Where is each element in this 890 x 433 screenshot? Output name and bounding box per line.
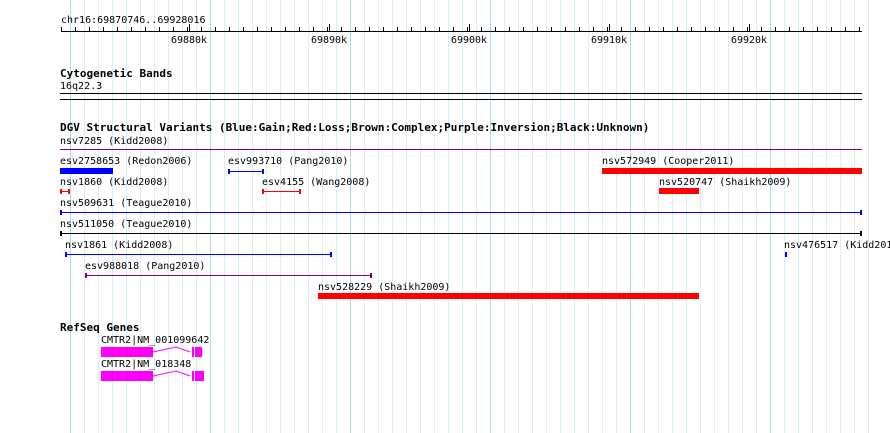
- feature-end: [370, 273, 372, 278]
- feature-esv4155[interactable]: [263, 191, 301, 192]
- feature-label-nsv509631[interactable]: nsv509631 (Teague2010): [60, 198, 192, 209]
- feature-end: [60, 189, 62, 194]
- feature-label-nsv520747[interactable]: nsv520747 (Shaikh2009): [659, 177, 791, 188]
- gene-model-nm-018348[interactable]: [96, 369, 216, 383]
- refseq-track-title[interactable]: RefSeq Genes: [60, 322, 139, 334]
- gene-intron: [152, 370, 191, 377]
- gene-exon: [192, 371, 194, 381]
- feature-label-nsv572949[interactable]: nsv572949 (Cooper2011): [602, 156, 734, 167]
- feature-nsv572949[interactable]: [602, 168, 862, 174]
- feature-end: [60, 210, 62, 215]
- gene-intron: [152, 346, 191, 353]
- gene-exon: [101, 347, 153, 357]
- feature-nsv476517[interactable]: [785, 252, 787, 257]
- ruler-tick-label: 69920k: [730, 35, 768, 46]
- ruler-tick-label: 69910k: [590, 35, 628, 46]
- gene-exon: [195, 347, 202, 357]
- feature-end: [85, 273, 87, 278]
- feature-end: [299, 189, 301, 194]
- feature-end: [60, 231, 62, 236]
- feature-end: [65, 252, 67, 257]
- ruler-tick-label: 69900k: [450, 35, 488, 46]
- feature-end: [860, 210, 862, 215]
- feature-label-esv988018[interactable]: esv988018 (Pang2010): [85, 261, 205, 272]
- cytoband-bar-bottom: [60, 99, 862, 100]
- feature-label-nsv476517[interactable]: nsv476517 (Kidd201: [784, 240, 890, 251]
- feature-label-nsv1860[interactable]: nsv1860 (Kidd2008): [60, 177, 168, 188]
- dgv-track-title[interactable]: DGV Structural Variants (Blue:Gain;Red:L…: [60, 122, 649, 134]
- feature-label-esv2758653[interactable]: esv2758653 (Redon2006): [60, 156, 192, 167]
- feature-nsv528229[interactable]: [318, 293, 699, 299]
- feature-label-nsv528229[interactable]: nsv528229 (Shaikh2009): [318, 282, 450, 293]
- feature-end: [262, 189, 264, 194]
- feature-esv2758653[interactable]: [60, 168, 113, 174]
- feature-end: [860, 231, 862, 236]
- feature-label-esv4155[interactable]: esv4155 (Wang2008): [262, 177, 370, 188]
- genome-browser-canvas: chr16:69870746..69928016 69880k 69890k 6…: [0, 0, 890, 433]
- feature-esv993710[interactable]: [229, 171, 263, 172]
- cytoband-bar-top[interactable]: [60, 93, 862, 94]
- gene-exon: [101, 371, 153, 381]
- feature-end: [68, 189, 70, 194]
- coordinate-label: chr16:69870746..69928016: [61, 15, 206, 26]
- ruler-line: [61, 31, 862, 32]
- feature-label-nsv511050[interactable]: nsv511050 (Teague2010): [60, 219, 192, 230]
- feature-nsv1861[interactable]: [66, 254, 332, 255]
- ruler-tick-label: 69880k: [170, 35, 208, 46]
- cytoband-track-title[interactable]: Cytogenetic Bands: [60, 68, 173, 80]
- feature-label-nsv1861[interactable]: nsv1861 (Kidd2008): [65, 240, 173, 251]
- gene-exon: [195, 371, 204, 381]
- gene-exon: [192, 347, 194, 357]
- feature-nsv511050[interactable]: [60, 233, 862, 234]
- gene-model-nm-001099642[interactable]: [96, 345, 216, 359]
- feature-end: [228, 169, 230, 174]
- feature-end: [330, 252, 332, 257]
- ruler-tick-label: 69890k: [310, 35, 348, 46]
- feature-nsv520747[interactable]: [659, 188, 699, 194]
- feature-nsv509631[interactable]: [60, 212, 862, 213]
- feature-label-nsv7285[interactable]: nsv7285 (Kidd2008): [60, 136, 168, 147]
- feature-end: [262, 169, 264, 174]
- cytoband-label: 16q22.3: [60, 81, 103, 92]
- feature-label-esv993710[interactable]: esv993710 (Pang2010): [228, 156, 348, 167]
- feature-nsv7285[interactable]: [60, 149, 862, 150]
- feature-esv988018[interactable]: [86, 275, 372, 276]
